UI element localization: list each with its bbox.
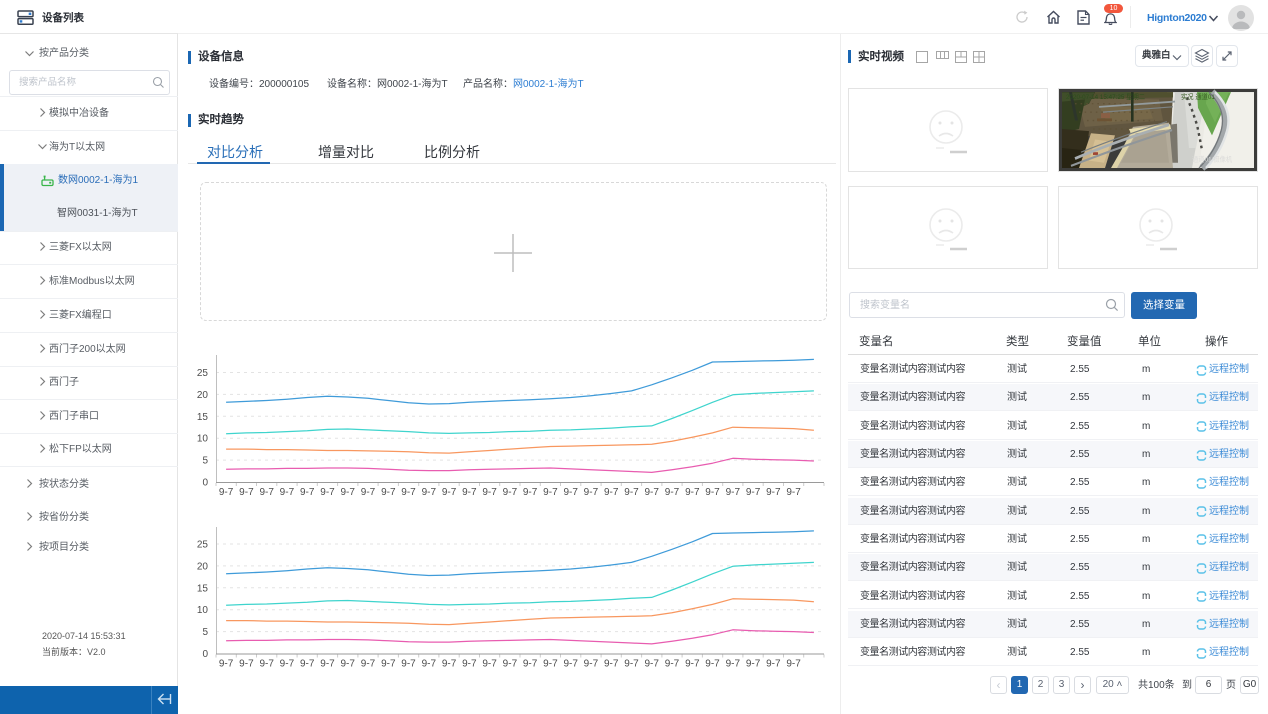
svg-text:9-7: 9-7	[340, 659, 355, 670]
svg-text:5: 5	[202, 627, 208, 638]
svg-text:9-7: 9-7	[665, 659, 680, 670]
svg-text:9-7: 9-7	[300, 659, 315, 670]
svg-text:9-7: 9-7	[624, 659, 639, 670]
svg-text:9-7: 9-7	[280, 659, 295, 670]
svg-text:15: 15	[197, 583, 209, 594]
svg-text:9-7: 9-7	[401, 659, 416, 670]
svg-text:通道01/摄像机: 通道01/摄像机	[1192, 155, 1233, 164]
svg-text:9-7: 9-7	[766, 659, 781, 670]
svg-text:9-7: 9-7	[644, 659, 659, 670]
svg-text:20: 20	[197, 561, 209, 572]
svg-text:9-7: 9-7	[381, 659, 396, 670]
svg-text:9-7: 9-7	[462, 659, 477, 670]
svg-text:9-7: 9-7	[604, 659, 619, 670]
svg-text:9-7: 9-7	[239, 659, 254, 670]
svg-text:9-7: 9-7	[219, 659, 234, 670]
svg-text:9-7: 9-7	[584, 659, 599, 670]
svg-text:25: 25	[197, 540, 209, 551]
svg-text:9-7: 9-7	[442, 659, 457, 670]
svg-text:9-7: 9-7	[320, 659, 335, 670]
svg-text:2020-07-14 15:47:25 星期二: 2020-07-14 15:47:25 星期二	[1066, 93, 1146, 101]
svg-text:0: 0	[202, 649, 208, 660]
svg-text:9-7: 9-7	[786, 659, 801, 670]
svg-text:9-7: 9-7	[543, 659, 558, 670]
svg-text:实况 通道01: 实况 通道01	[1181, 92, 1215, 101]
svg-text:9-7: 9-7	[726, 659, 741, 670]
svg-text:9-7: 9-7	[503, 659, 518, 670]
svg-text:10: 10	[197, 605, 209, 616]
svg-text:9-7: 9-7	[259, 659, 274, 670]
svg-text:9-7: 9-7	[482, 659, 497, 670]
svg-text:9-7: 9-7	[746, 659, 761, 670]
svg-text:9-7: 9-7	[705, 659, 720, 670]
svg-text:9-7: 9-7	[422, 659, 437, 670]
svg-text:9-7: 9-7	[523, 659, 538, 670]
svg-text:9-7: 9-7	[563, 659, 578, 670]
svg-text:9-7: 9-7	[361, 659, 376, 670]
svg-text:9-7: 9-7	[685, 659, 700, 670]
